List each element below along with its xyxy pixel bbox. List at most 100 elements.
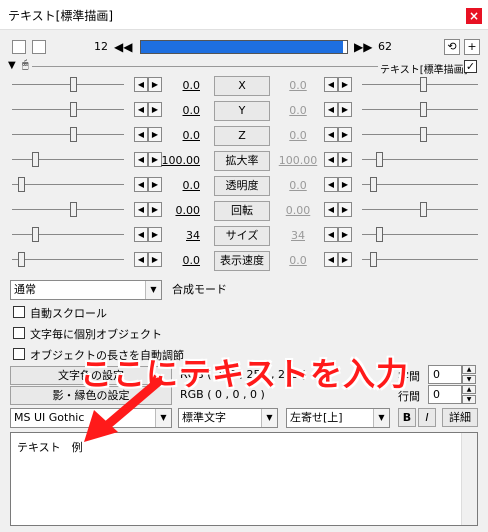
decrement-left-icon[interactable]: ◀ [134,177,148,192]
decrement-left-icon[interactable]: ◀ [134,102,148,117]
increment-right-icon[interactable]: ▶ [338,227,352,242]
right-slider-thumb[interactable] [420,77,427,92]
param-right-value[interactable]: 0.0 [278,79,318,92]
line-spacing-input[interactable]: 0 [428,385,462,404]
char-spacing-up[interactable]: ▲ [462,365,476,374]
param-left-value[interactable]: 0.0 [160,254,201,267]
line-spacing-up[interactable]: ▲ [462,385,476,394]
auto-length-checkbox[interactable] [13,348,25,360]
param-right-value[interactable]: 0.00 [278,204,318,217]
right-slider-thumb[interactable] [376,152,383,167]
param-left-value[interactable]: 34 [160,229,200,242]
param-left-value[interactable]: 0.00 [160,204,201,217]
timeline-bar[interactable] [140,40,348,54]
font-style-select[interactable]: 標準文字 ▼ [178,408,278,428]
line-spacing-down[interactable]: ▼ [462,395,476,404]
decrement-left-icon[interactable]: ◀ [134,152,148,167]
increment-right-icon[interactable]: ▶ [338,102,352,117]
left-slider-track[interactable] [12,159,124,160]
param-name-button[interactable]: 回転 [214,201,270,221]
increment-right-icon[interactable]: ▶ [338,77,352,92]
object-enable-checkbox[interactable]: ✓ [464,60,477,73]
left-slider-track[interactable] [12,134,124,135]
param-name-button[interactable]: 表示速度 [214,251,270,271]
details-button[interactable]: 詳細 [442,408,478,427]
param-name-button[interactable]: 透明度 [214,176,270,196]
left-slider-thumb[interactable] [18,252,25,267]
right-slider-track[interactable] [362,184,478,185]
param-left-value[interactable]: 0.0 [160,179,201,192]
param-right-value[interactable]: 0.0 [278,129,318,142]
right-slider-thumb[interactable] [420,127,427,142]
camera-icon[interactable] [32,40,46,54]
align-select[interactable]: 左寄せ[上] ▼ [286,408,390,428]
left-slider-track[interactable] [12,109,124,110]
left-slider-thumb[interactable] [70,127,77,142]
left-slider-thumb[interactable] [70,202,77,217]
increment-right-icon[interactable]: ▶ [338,127,352,142]
param-right-value[interactable]: 34 [278,229,318,242]
increment-right-icon[interactable]: ▶ [338,152,352,167]
param-right-value[interactable]: 0.0 [278,179,318,192]
decrement-left-icon[interactable]: ◀ [134,127,148,142]
right-slider-thumb[interactable] [420,202,427,217]
left-slider-thumb[interactable] [18,177,25,192]
decrement-right-icon[interactable]: ◀ [324,152,338,167]
decrement-left-icon[interactable]: ◀ [134,202,148,217]
decrement-right-icon[interactable]: ◀ [324,227,338,242]
increment-right-icon[interactable]: ▶ [338,177,352,192]
left-slider-thumb[interactable] [32,227,39,242]
param-right-value[interactable]: 0.0 [278,104,318,117]
keyframe-icon[interactable] [12,40,26,54]
per-char-checkbox[interactable] [13,327,25,339]
param-name-button[interactable]: X [214,76,270,96]
decrement-right-icon[interactable]: ◀ [324,77,338,92]
right-slider-thumb[interactable] [420,102,427,117]
prev-frame-button[interactable]: ◀◀ [114,38,132,56]
right-slider-track[interactable] [362,259,478,260]
char-spacing-down[interactable]: ▼ [462,375,476,384]
decrement-right-icon[interactable]: ◀ [324,127,338,142]
decrement-right-icon[interactable]: ◀ [324,177,338,192]
param-left-value[interactable]: 0.0 [160,79,201,92]
left-slider-thumb[interactable] [70,102,77,117]
param-left-value[interactable]: 0.0 [160,129,201,142]
left-slider-track[interactable] [12,209,124,210]
close-button[interactable]: × [466,8,482,24]
param-left-value[interactable]: 0.0 [160,104,201,117]
italic-button[interactable]: I [418,408,436,427]
increment-right-icon[interactable]: ▶ [338,252,352,267]
blend-mode-select[interactable]: 通常 ▼ [10,280,162,300]
param-right-value[interactable]: 100.00 [278,154,318,167]
bold-button[interactable]: B [398,408,416,427]
add-icon[interactable]: + [464,39,480,55]
decrement-right-icon[interactable]: ◀ [324,202,338,217]
left-slider-track[interactable] [12,84,124,85]
decrement-left-icon[interactable]: ◀ [134,252,148,267]
text-content[interactable]: テキスト 例 [17,439,83,455]
left-slider-thumb[interactable] [32,152,39,167]
decrement-right-icon[interactable]: ◀ [324,102,338,117]
increment-right-icon[interactable]: ▶ [338,202,352,217]
next-frame-button[interactable]: ▶▶ [354,38,372,56]
param-name-button[interactable]: Y [214,101,270,121]
auto-scroll-checkbox[interactable] [13,306,25,318]
char-spacing-input[interactable]: 0 [428,365,462,384]
right-slider-thumb[interactable] [376,227,383,242]
collapse-icon[interactable]: ▼ [8,60,16,71]
left-slider-track[interactable] [12,184,124,185]
decrement-right-icon[interactable]: ◀ [324,252,338,267]
param-name-button[interactable]: 拡大率 [214,151,270,171]
right-slider-thumb[interactable] [370,252,377,267]
left-slider-thumb[interactable] [70,77,77,92]
decrement-left-icon[interactable]: ◀ [134,77,148,92]
left-slider-track[interactable] [12,259,124,260]
refresh-icon[interactable]: ⟲ [444,39,460,55]
param-name-button[interactable]: サイズ [214,226,270,246]
decrement-left-icon[interactable]: ◀ [134,227,148,242]
param-name-button[interactable]: Z [214,126,270,146]
param-left-value[interactable]: 100.00 [160,154,201,167]
right-slider-thumb[interactable] [370,177,377,192]
left-slider-track[interactable] [12,234,124,235]
textarea-scrollbar[interactable] [461,433,477,525]
